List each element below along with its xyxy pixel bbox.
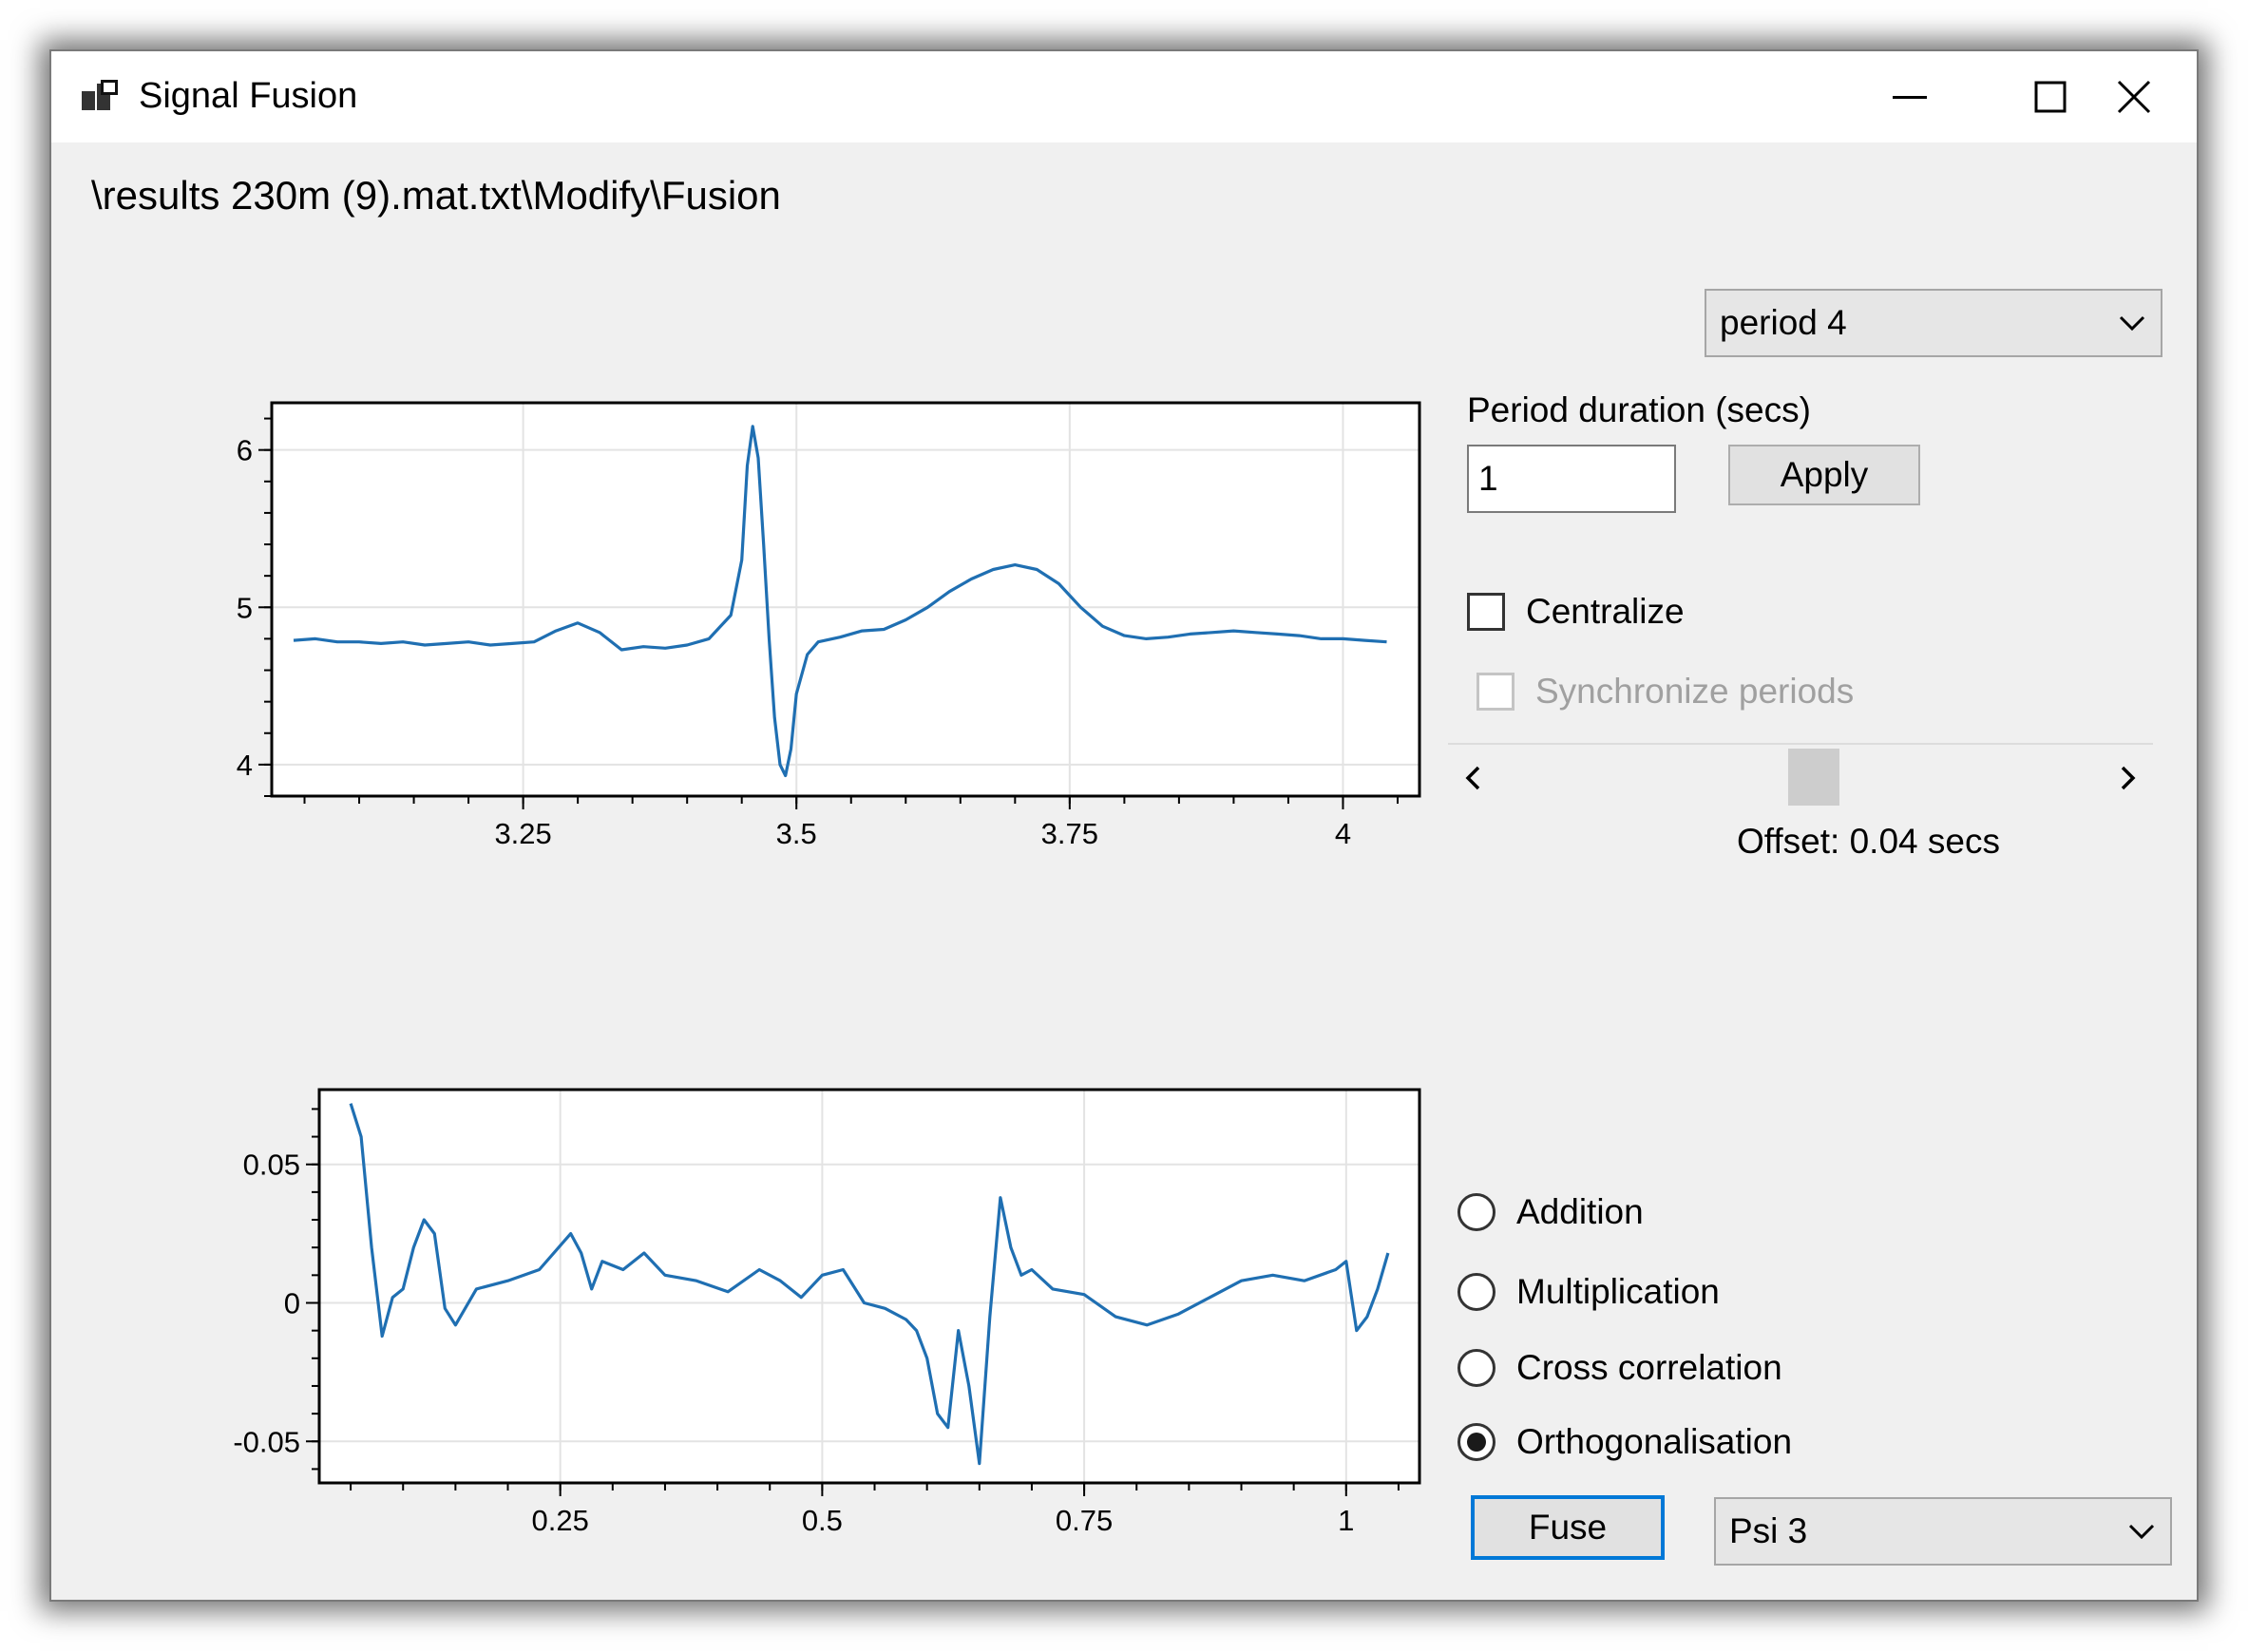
period-select-value: period 4	[1720, 303, 1847, 342]
cross-correlation-label: Cross correlation	[1516, 1348, 1782, 1387]
synchronize-periods-checkbox[interactable]	[1476, 673, 1515, 711]
period-duration-label: Period duration (secs)	[1467, 390, 1811, 429]
x-tick-label: 0.75	[1056, 1504, 1113, 1537]
minimize-icon	[1893, 96, 1927, 99]
y-tick-label: -0.05	[233, 1425, 300, 1458]
x-tick-label: 0.25	[531, 1504, 588, 1537]
multiplication-radio[interactable]	[1457, 1273, 1495, 1311]
period-duration-input[interactable]: 1	[1467, 445, 1676, 513]
y-tick-label: 6	[237, 434, 253, 467]
close-button[interactable]	[2067, 51, 2197, 142]
signal-plot-svg: 3.25 3.5 3.75 4 4 5 6	[237, 401, 1421, 850]
addition-radio[interactable]	[1457, 1193, 1495, 1231]
x-tick-label: 1	[1338, 1504, 1354, 1537]
y-tick-label: 0.05	[243, 1149, 300, 1182]
addition-label: Addition	[1516, 1192, 1644, 1231]
period-duration-value: 1	[1478, 459, 1498, 498]
fuse-button[interactable]: Fuse	[1471, 1495, 1665, 1560]
maximize-icon	[2034, 81, 2067, 113]
x-tick-label: 3.5	[776, 817, 817, 850]
wavelet-select[interactable]: Psi 3	[1714, 1497, 2172, 1566]
wavelet-select-value: Psi 3	[1729, 1511, 1808, 1550]
apply-button[interactable]: Apply	[1728, 445, 1920, 505]
centralize-label: Centralize	[1526, 592, 1685, 631]
signal-fusion-window: Signal Fusion \results 230m (9).mat.txt\…	[49, 49, 2199, 1602]
y-tick-label: 4	[237, 749, 253, 782]
multiplication-label: Multiplication	[1516, 1272, 1720, 1311]
y-tick-label: 5	[237, 591, 253, 624]
title-bar[interactable]: Signal Fusion	[51, 51, 2197, 142]
offset-scrollbar[interactable]	[1448, 745, 2153, 807]
y-tick-label: 0	[284, 1286, 300, 1320]
x-tick-label: 0.5	[802, 1504, 843, 1537]
app-icon	[82, 80, 118, 110]
orthogonalisation-label: Orthogonalisation	[1516, 1422, 1793, 1461]
chevron-right-icon[interactable]	[2113, 764, 2142, 792]
plot-area	[272, 403, 1419, 796]
x-tick-label: 3.75	[1041, 817, 1098, 850]
x-tick-label: 4	[1335, 817, 1351, 850]
orthogonalisation-radio[interactable]	[1457, 1423, 1495, 1461]
radio-selected-dot	[1467, 1433, 1486, 1452]
period-select[interactable]: period 4	[1705, 289, 2162, 357]
chevron-down-icon	[2128, 1524, 2155, 1539]
cross-correlation-radio[interactable]	[1457, 1349, 1495, 1387]
breadcrumb-path: \results 230m (9).mat.txt\Modify\Fusion	[91, 173, 781, 218]
chevron-left-icon[interactable]	[1459, 764, 1488, 792]
x-tick-label: 3.25	[494, 817, 551, 850]
window-title: Signal Fusion	[139, 76, 358, 116]
minimize-button[interactable]	[1843, 51, 1976, 142]
synchronize-periods-label: Synchronize periods	[1535, 672, 1855, 711]
centralize-checkbox[interactable]	[1467, 593, 1505, 631]
fusion-result-plot[interactable]: 0.25 0.5 0.75 1 -0.05 0 0.05	[165, 1035, 1438, 1567]
offset-scroll-thumb[interactable]	[1788, 749, 1839, 806]
close-icon	[2117, 80, 2151, 114]
signal-plot[interactable]: 3.25 3.5 3.75 4 4 5 6	[165, 346, 1438, 859]
chevron-down-icon	[2119, 315, 2145, 331]
fusion-result-plot-svg: 0.25 0.5 0.75 1 -0.05 0 0.05	[233, 1088, 1421, 1537]
offset-label: Offset: 0.04 secs	[1737, 822, 2000, 861]
